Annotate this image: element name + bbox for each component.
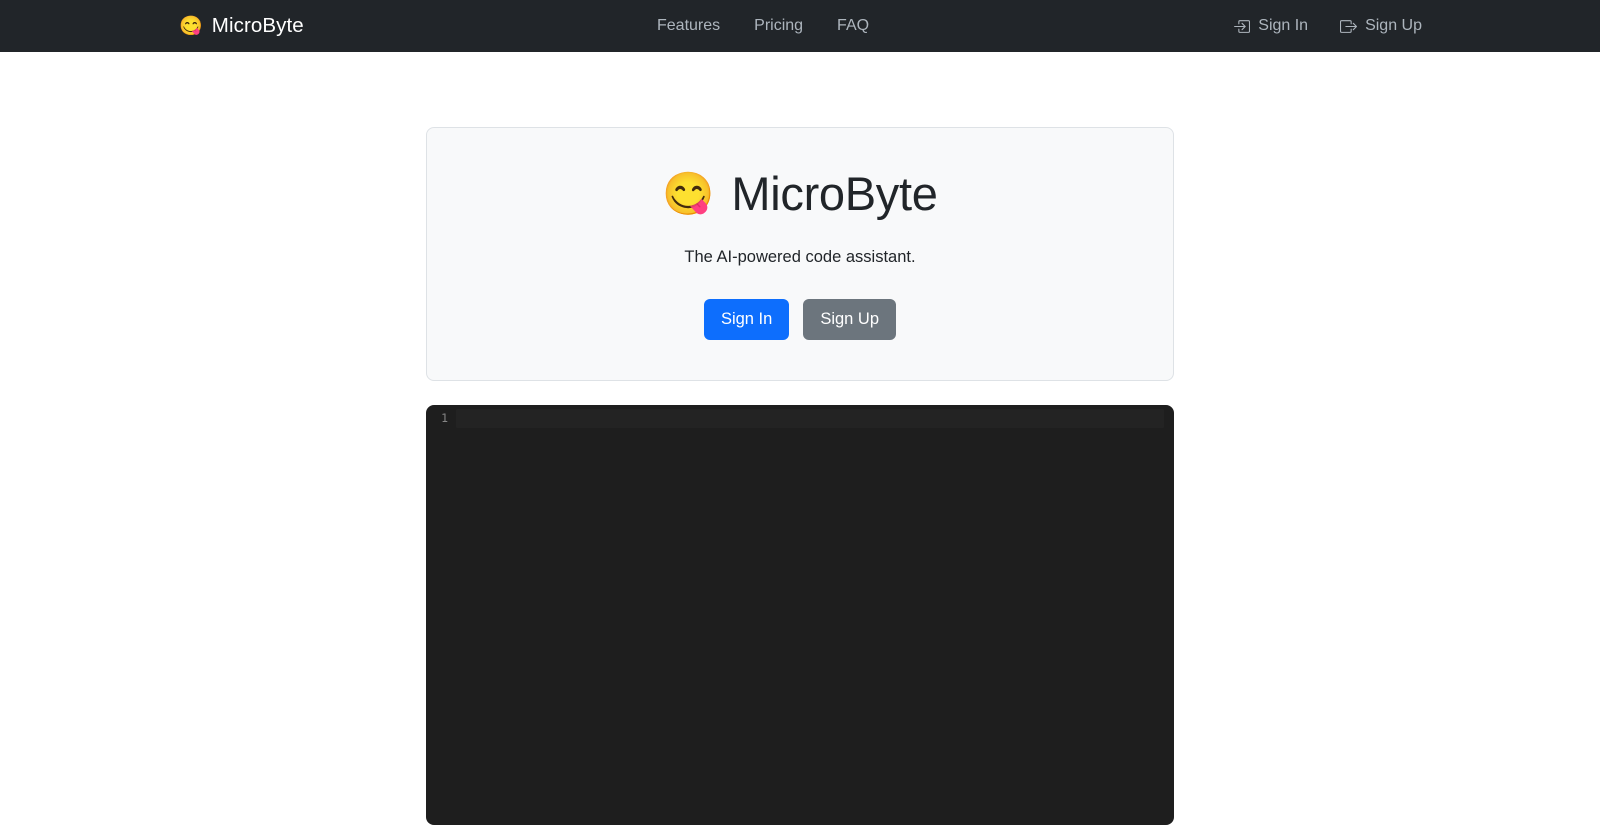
- nav-sign-in-link[interactable]: Sign In: [1217, 15, 1324, 37]
- top-navbar: 😋 MicroByte Features Pricing FAQ Sign In: [0, 0, 1600, 52]
- nav-link-pricing[interactable]: Pricing: [737, 15, 820, 37]
- box-arrow-right-icon: [1340, 18, 1358, 35]
- nav-link-features[interactable]: Features: [657, 15, 737, 37]
- editor-line-1[interactable]: 1: [426, 408, 1174, 428]
- box-arrow-in-right-icon: [1233, 18, 1251, 35]
- nav-sign-up-label: Sign Up: [1365, 17, 1422, 34]
- face-savoring-food-emoji: 😋: [179, 15, 203, 37]
- brand-label: MicroByte: [211, 14, 304, 37]
- hero-actions: Sign In Sign Up: [457, 299, 1143, 340]
- hero-title-text: MicroByte: [731, 167, 938, 220]
- nav-sign-up-link[interactable]: Sign Up: [1324, 15, 1422, 37]
- nav-sign-in-label: Sign In: [1258, 17, 1309, 34]
- navbar-links: Features Pricing FAQ: [657, 15, 886, 37]
- sign-in-button[interactable]: Sign In: [703, 299, 790, 340]
- brand-logo-link[interactable]: 😋 MicroByte: [179, 14, 304, 38]
- hero-card: 😋 MicroByte The AI-powered code assistan…: [426, 127, 1174, 381]
- navbar-inner: 😋 MicroByte Features Pricing FAQ Sign In: [0, 0, 1600, 52]
- code-editor[interactable]: 1: [426, 404, 1174, 825]
- editor-active-line[interactable]: [456, 408, 1164, 428]
- nav-link-faq[interactable]: FAQ: [820, 15, 886, 37]
- hero-subtitle: The AI-powered code assistant.: [684, 248, 916, 267]
- main-content: 😋 MicroByte The AI-powered code assistan…: [0, 52, 1600, 825]
- editor-canvas[interactable]: [426, 428, 1174, 825]
- line-number-gutter: 1: [441, 410, 448, 425]
- navbar-auth-links: Sign In Sign Up: [1217, 15, 1422, 37]
- face-savoring-food-emoji: 😋: [662, 169, 715, 217]
- sign-up-button[interactable]: Sign Up: [803, 299, 897, 340]
- page-title: 😋 MicroByte: [457, 166, 1143, 221]
